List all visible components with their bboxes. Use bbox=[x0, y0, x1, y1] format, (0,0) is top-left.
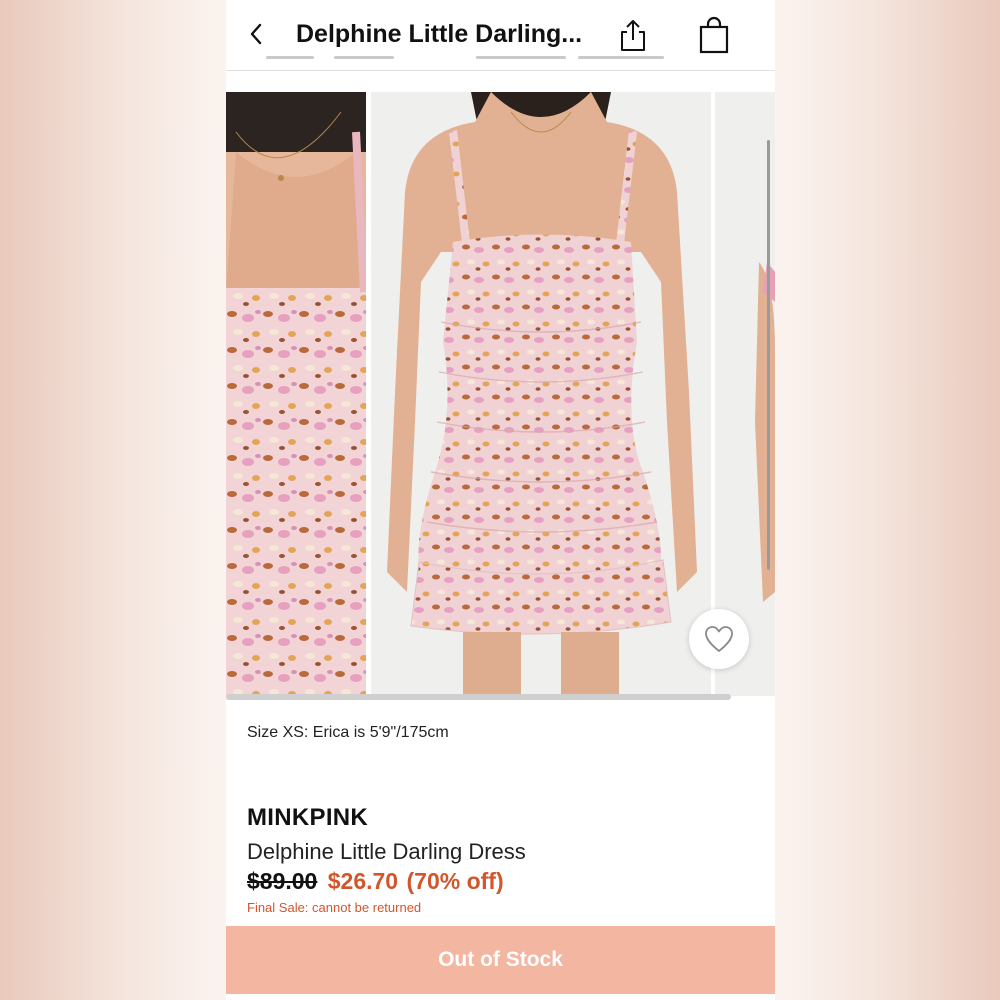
product-image-main[interactable] bbox=[371, 92, 711, 696]
shopping-bag-icon bbox=[699, 16, 729, 54]
out-of-stock-button[interactable]: Out of Stock bbox=[226, 926, 775, 994]
back-button[interactable] bbox=[240, 18, 272, 50]
size-note: Size XS: Erica is 5'9"/175cm bbox=[247, 724, 449, 741]
product-name: Delphine Little Darling Dress bbox=[247, 839, 526, 864]
price-row: $89.00 $26.70 (70% off) bbox=[247, 868, 504, 895]
product-image-side[interactable] bbox=[715, 92, 775, 696]
shopping-bag-button[interactable] bbox=[697, 16, 731, 54]
favorite-button[interactable] bbox=[689, 609, 749, 669]
original-price: $89.00 bbox=[247, 868, 318, 894]
clipped-text-line bbox=[226, 56, 775, 68]
product-screen: Delphine Little Darling... Size XS: Eric… bbox=[226, 0, 775, 1000]
share-icon bbox=[621, 20, 645, 51]
share-button[interactable] bbox=[617, 18, 649, 52]
brand-name[interactable]: MINKPINK bbox=[247, 804, 368, 832]
product-image-closeup[interactable] bbox=[226, 92, 366, 696]
chevron-left-icon bbox=[250, 23, 262, 45]
heart-icon bbox=[705, 626, 733, 652]
final-sale-note: Final Sale: cannot be returned bbox=[247, 900, 422, 915]
sale-price: $26.70 bbox=[327, 868, 399, 894]
gallery-scrollbar[interactable] bbox=[226, 694, 731, 700]
product-image-gallery[interactable] bbox=[226, 92, 775, 696]
page-scrollbar[interactable] bbox=[767, 140, 770, 570]
top-nav-bar: Delphine Little Darling... bbox=[226, 0, 775, 71]
discount-percent: (70% off) bbox=[406, 868, 504, 894]
page-title: Delphine Little Darling... bbox=[296, 20, 583, 48]
